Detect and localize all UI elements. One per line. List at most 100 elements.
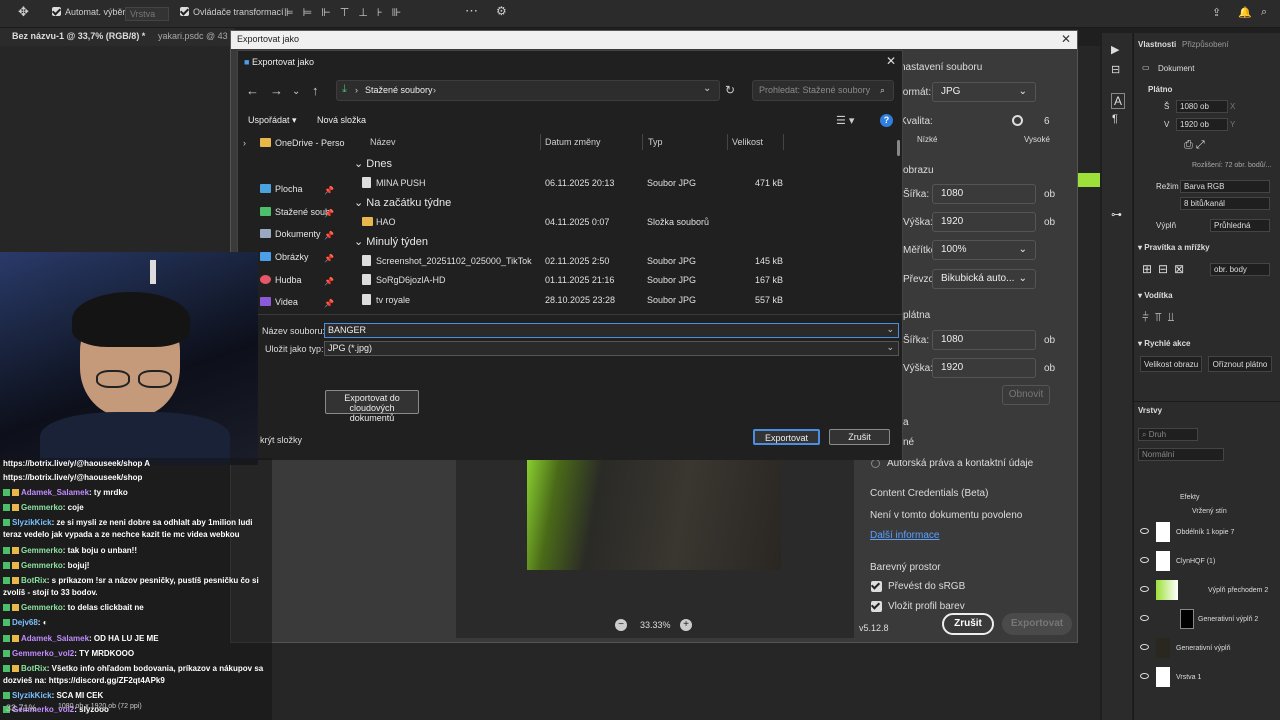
column-date[interactable]: Datum změny xyxy=(545,137,601,147)
history-icon[interactable]: ⊟ xyxy=(1111,63,1120,76)
gear-icon[interactable]: ⚙ xyxy=(496,4,507,18)
scale-dropdown[interactable]: 100% ⌄ xyxy=(932,240,1036,260)
mode-dropdown[interactable]: Barva RGB xyxy=(1180,180,1270,193)
move-tool-icon[interactable]: ✥ xyxy=(18,4,29,20)
auto-select-checkbox[interactable]: Automat. výběr xyxy=(52,7,126,17)
group-header[interactable]: ⌄ Dnes xyxy=(354,157,392,170)
play-icon[interactable]: ▶ xyxy=(1111,43,1119,56)
layer-row[interactable]: Obdélník 1 kopie 7 xyxy=(1136,520,1276,546)
nav-pictures[interactable]: Obrázky xyxy=(260,252,309,262)
close-icon[interactable]: ✕ xyxy=(886,54,896,68)
export-to-cloud-button[interactable]: Exportovat do cloudových dokumentů xyxy=(325,390,419,423)
units-dropdown[interactable]: obr. body xyxy=(1210,263,1270,276)
height-field[interactable]: 1920 xyxy=(932,212,1036,232)
chat-username[interactable]: SlyzikKick xyxy=(12,518,52,527)
canvas-width-field[interactable]: 1080 xyxy=(932,330,1036,350)
view-options-icon[interactable]: ☰ ▾ xyxy=(836,114,854,127)
paragraph-icon[interactable]: ¶ xyxy=(1112,113,1118,125)
column-type[interactable]: Typ xyxy=(648,137,663,147)
adjust-icon[interactable]: ⊶ xyxy=(1111,208,1122,221)
chat-username[interactable]: SlyzikKick xyxy=(12,691,52,700)
zoom-out-icon[interactable]: − xyxy=(615,619,627,631)
up-arrow-icon[interactable]: ↑ xyxy=(312,83,319,98)
tab-document-2[interactable]: yakari.psdc @ 43 xyxy=(158,31,228,41)
layer-dropdown[interactable]: Vrstva xyxy=(125,7,169,21)
zoom-in-icon[interactable]: + xyxy=(680,619,692,631)
nav-desktop[interactable]: Plocha xyxy=(260,184,303,194)
organize-button[interactable]: Uspořádat ▾ xyxy=(248,115,297,126)
group-header[interactable]: ⌄ Na začátku týdne xyxy=(354,196,451,209)
embed-profile-checkbox[interactable] xyxy=(871,601,882,612)
resample-dropdown[interactable]: Bikubická auto... ⌄ xyxy=(932,269,1036,289)
crop-canvas-button[interactable]: Oříznout plátno xyxy=(1208,356,1272,372)
pin-icon[interactable]: 📌 xyxy=(324,299,334,308)
column-size[interactable]: Velikost xyxy=(732,137,763,147)
pin-icon[interactable]: 📌 xyxy=(324,209,334,218)
breadcrumb-downloads[interactable]: Stažené soubory xyxy=(365,85,433,95)
print-icon[interactable]: ⎙ ⤢ xyxy=(1184,139,1205,152)
nav-onedrive[interactable]: OneDrive - Perso xyxy=(260,138,345,148)
convert-srgb-checkbox[interactable] xyxy=(871,581,882,592)
scrollbar[interactable] xyxy=(897,140,900,156)
nav-downloads[interactable]: Stažené soub xyxy=(260,207,330,217)
close-icon[interactable]: ✕ xyxy=(1061,32,1071,46)
status-zoom[interactable]: 33,71% xyxy=(6,703,37,713)
width-field[interactable]: 1080 xyxy=(932,184,1036,204)
canvas-height-field[interactable]: 1920 xyxy=(932,358,1036,378)
group-header[interactable]: ⌄ Minulý týden xyxy=(354,235,428,248)
layer-row[interactable]: Generativní výplň 2 xyxy=(1136,607,1276,633)
color-swatch[interactable] xyxy=(1078,173,1100,187)
nav-music[interactable]: Hudba xyxy=(260,275,302,285)
layer-row[interactable]: Výplň přechodem 2 xyxy=(1136,578,1276,604)
layer-kind-filter[interactable]: ⌕ Druh xyxy=(1138,428,1198,441)
nav-documents[interactable]: Dokumenty xyxy=(260,229,321,239)
file-row[interactable]: tv royale 28.10.2025 23:28 Soubor JPG 557 k… xyxy=(362,292,892,308)
pin-icon[interactable]: 📌 xyxy=(324,186,334,195)
tab-document-1[interactable]: Bez názvu-1 @ 33,7% (RGB/8) * xyxy=(12,31,145,41)
layer-row[interactable]: Vrstva 1 xyxy=(1136,665,1276,691)
filename-input[interactable]: BANGER ⌄ xyxy=(324,323,899,338)
save-export-button[interactable]: Exportovat xyxy=(753,429,820,445)
rulers-section-title[interactable]: ▾ Pravítka a mřížky xyxy=(1138,243,1210,252)
transform-controls-checkbox[interactable]: Ovládače transformací xyxy=(180,7,284,17)
eye-icon[interactable] xyxy=(1140,615,1149,621)
search-icon[interactable]: ⌕ xyxy=(1261,6,1267,19)
save-cancel-button[interactable]: Zrušit xyxy=(829,429,890,445)
more-info-link[interactable]: Další informace xyxy=(870,530,939,541)
eye-icon[interactable] xyxy=(1140,644,1149,650)
chat-username[interactable]: Adamek_Salamek xyxy=(21,634,89,643)
canvas-height-field[interactable]: 1920 ob xyxy=(1176,118,1228,131)
column-name[interactable]: Název xyxy=(370,137,396,147)
search-box[interactable]: Prohledat: Stažené soubory ⌕ xyxy=(752,80,894,101)
bits-dropdown[interactable]: 8 bitů/kanál xyxy=(1180,197,1270,210)
tab-properties[interactable]: Vlastnosti xyxy=(1138,40,1176,49)
recent-dropdown-icon[interactable]: ⌄ xyxy=(292,86,300,97)
file-row[interactable]: HAO 04.11.2025 0:07 Složka souborů xyxy=(362,214,892,230)
outer-export-button[interactable]: Exportovat xyxy=(1002,613,1072,635)
refresh-icon[interactable]: ↻ xyxy=(725,83,735,97)
chat-username[interactable]: Gemmerko_vol2 xyxy=(12,649,74,658)
guides-icons[interactable]: ⫩⫪⫫ xyxy=(1142,310,1180,325)
chevron-down-icon[interactable]: ⌄ xyxy=(703,83,711,94)
character-icon[interactable]: A xyxy=(1111,93,1126,109)
eye-icon[interactable] xyxy=(1140,557,1149,563)
reset-button[interactable]: Obnovit xyxy=(1002,385,1050,405)
quality-slider-handle[interactable] xyxy=(1012,115,1023,126)
new-folder-button[interactable]: Nová složka xyxy=(317,115,366,125)
layer-row[interactable]: ClynHQF (1) xyxy=(1136,549,1276,575)
file-row[interactable]: SoRgD6jozlA-HD 01.11.2025 21:16 Soubor JPG… xyxy=(362,272,892,288)
chevron-down-icon[interactable]: ⌄ xyxy=(886,324,894,335)
align-icons[interactable]: ⊫⊨⊩⊤⊥⊦⊪ xyxy=(284,6,410,19)
chat-username[interactable]: Gemmerko xyxy=(21,546,63,555)
pin-icon[interactable]: 📌 xyxy=(324,277,334,286)
chat-username[interactable]: BotRix xyxy=(21,576,47,585)
quick-actions-title[interactable]: ▾ Rychlé akce xyxy=(1138,339,1191,348)
canvas-width-field[interactable]: 1080 ob xyxy=(1176,100,1228,113)
chat-username[interactable]: Gemmerko xyxy=(21,603,63,612)
copyright-radio[interactable] xyxy=(871,459,880,468)
chat-username[interactable]: Gemmerko xyxy=(21,561,63,570)
eye-icon[interactable] xyxy=(1140,528,1149,534)
hide-folders-toggle[interactable]: krýt složky xyxy=(260,435,302,445)
image-size-button[interactable]: Velikost obrazu xyxy=(1140,356,1202,372)
help-icon[interactable]: ? xyxy=(880,114,893,127)
